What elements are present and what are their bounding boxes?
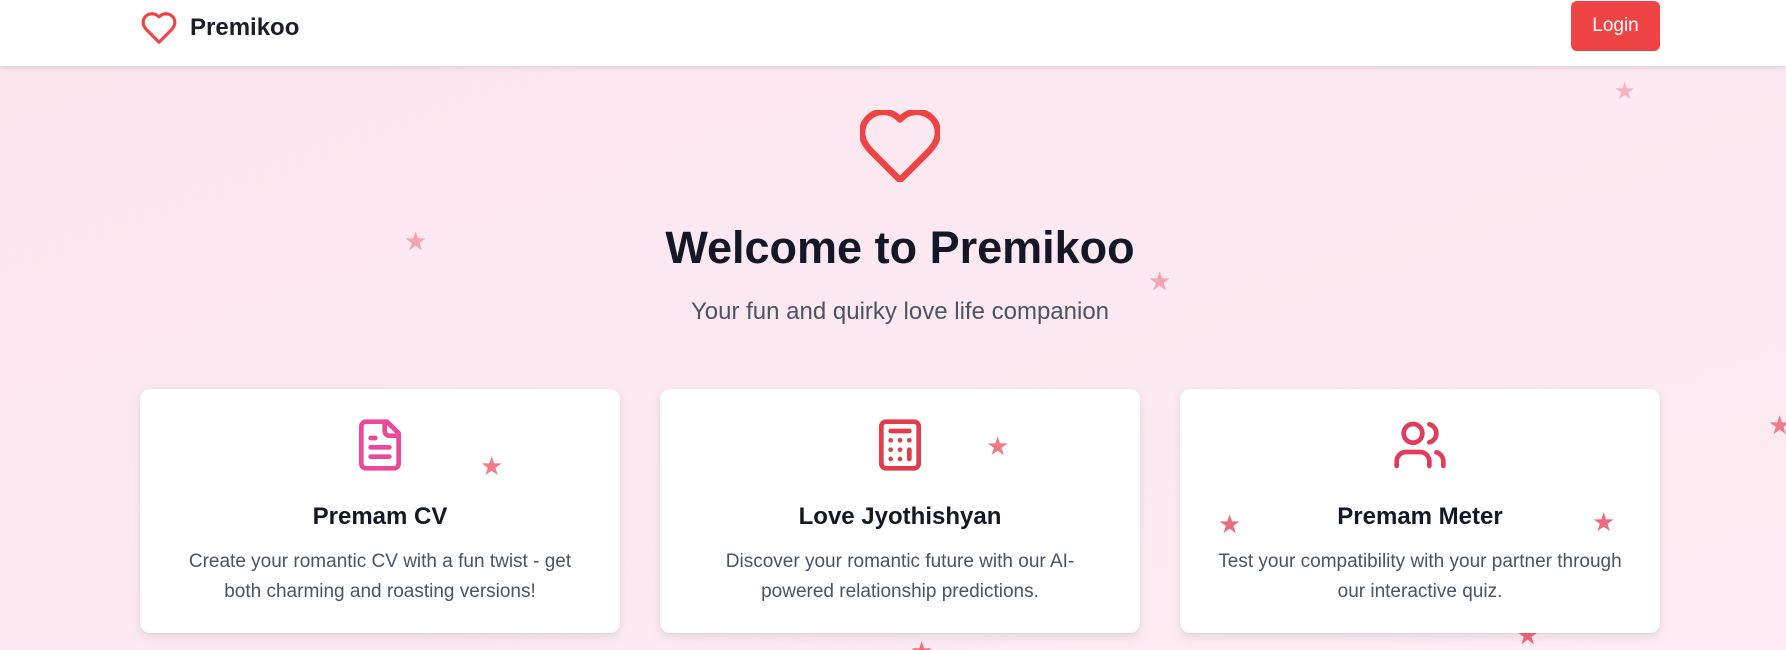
heart-outline-icon (141, 12, 177, 44)
feature-card-premam-meter[interactable]: ★ ★ Premam Meter Test your compatibility… (1180, 389, 1660, 633)
card-title: Premam CV (312, 503, 448, 530)
heart-outline-icon (860, 110, 940, 182)
card-description: Discover your romantic future with our A… (725, 551, 1075, 602)
card-description: Create your romantic CV with a fun twist… (188, 551, 572, 602)
star-decoration: ★ (1614, 78, 1636, 105)
page-title: Welcome to Premikoo (665, 222, 1135, 273)
star-decoration: ★ (1768, 410, 1786, 440)
card-title: Love Jyothishyan (798, 503, 1002, 530)
calculator-icon (879, 419, 921, 471)
feature-card-premam-cv[interactable]: ★ Premam CV Create your romantic CV with… (140, 389, 620, 633)
document-icon (359, 419, 401, 471)
star-decoration: ★ (480, 451, 504, 481)
users-icon (1394, 421, 1446, 469)
card-description: Test your compatibility with your partne… (1218, 551, 1622, 602)
feature-card-love-jyothishyan[interactable]: ★ Love Jyothishyan Discover your romanti… (660, 389, 1140, 633)
brand-logo[interactable]: Premikoo (140, 8, 299, 48)
star-decoration: ★ (986, 431, 1010, 461)
card-title: Premam Meter (1337, 503, 1503, 530)
brand-name: Premikoo (190, 14, 300, 41)
star-decoration: ★ (910, 638, 933, 650)
navbar: Premikoo Login (0, 0, 1786, 66)
login-button[interactable]: Login (1571, 1, 1660, 51)
page-subtitle: Your fun and quirky love life companion (690, 298, 1110, 325)
